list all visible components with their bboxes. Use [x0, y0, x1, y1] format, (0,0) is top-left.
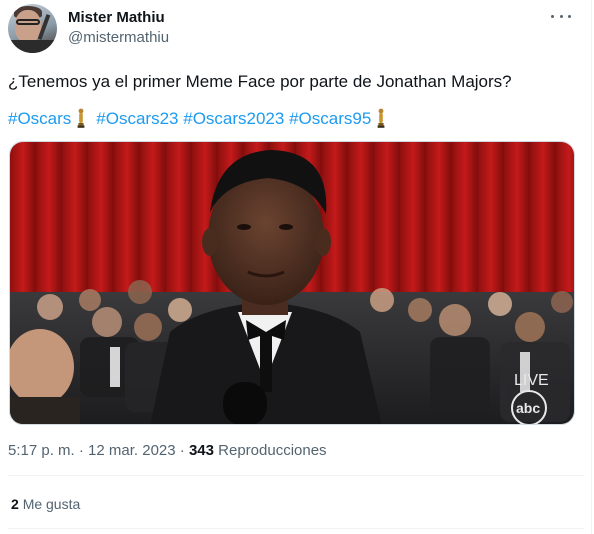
- abc-logo-text: abc: [516, 400, 540, 416]
- hashtag-link[interactable]: #Oscars2023: [183, 109, 284, 128]
- divider: [8, 528, 584, 529]
- author-display-name[interactable]: Mister Mathiu: [68, 9, 165, 27]
- avatar-glasses: [16, 19, 40, 25]
- avatar-shirt: [8, 40, 57, 53]
- views-label: Reproducciones: [218, 442, 327, 459]
- hashtag-link[interactable]: #Oscars95: [289, 109, 371, 128]
- hashtag-link[interactable]: #Oscars: [8, 109, 71, 128]
- oscar-trophy-icon: [77, 108, 85, 128]
- likes-link[interactable]: 2 Me gusta: [11, 495, 80, 513]
- likes-label: Me gusta: [22, 496, 81, 512]
- avatar[interactable]: [8, 4, 57, 53]
- tweet-time[interactable]: 5:17 p. m.: [8, 442, 75, 459]
- tweet-date[interactable]: 12 mar. 2023: [88, 442, 176, 459]
- live-label: LIVE: [514, 372, 549, 389]
- media-photo: LIVE abc: [10, 142, 574, 424]
- meta-separator: ·: [78, 442, 84, 459]
- divider: [8, 475, 584, 476]
- more-dot: [551, 14, 554, 18]
- views-count: 343: [188, 442, 214, 459]
- tweet-media-image[interactable]: LIVE abc: [9, 141, 575, 425]
- more-dot: [568, 14, 571, 18]
- tweet-text: ¿Tenemos ya el primer Meme Face por part…: [8, 72, 512, 91]
- more-dot: [559, 14, 563, 18]
- hashtag-line: #Oscars #Oscars23 #Oscars2023 #Oscars95: [8, 108, 396, 130]
- likes-count: 2: [11, 496, 19, 512]
- hashtag-link[interactable]: #Oscars23: [96, 109, 178, 128]
- oscar-trophy-icon: [377, 108, 385, 128]
- more-options-icon[interactable]: [551, 10, 571, 22]
- tweet-metadata: 5:17 p. m. · 12 mar. 2023 · 343 Reproduc…: [8, 442, 327, 460]
- author-handle[interactable]: @mistermathiu: [68, 29, 169, 47]
- tweet-card: Mister Mathiu @mistermathiu ¿Tenemos ya …: [0, 0, 592, 534]
- meta-separator: ·: [179, 442, 185, 459]
